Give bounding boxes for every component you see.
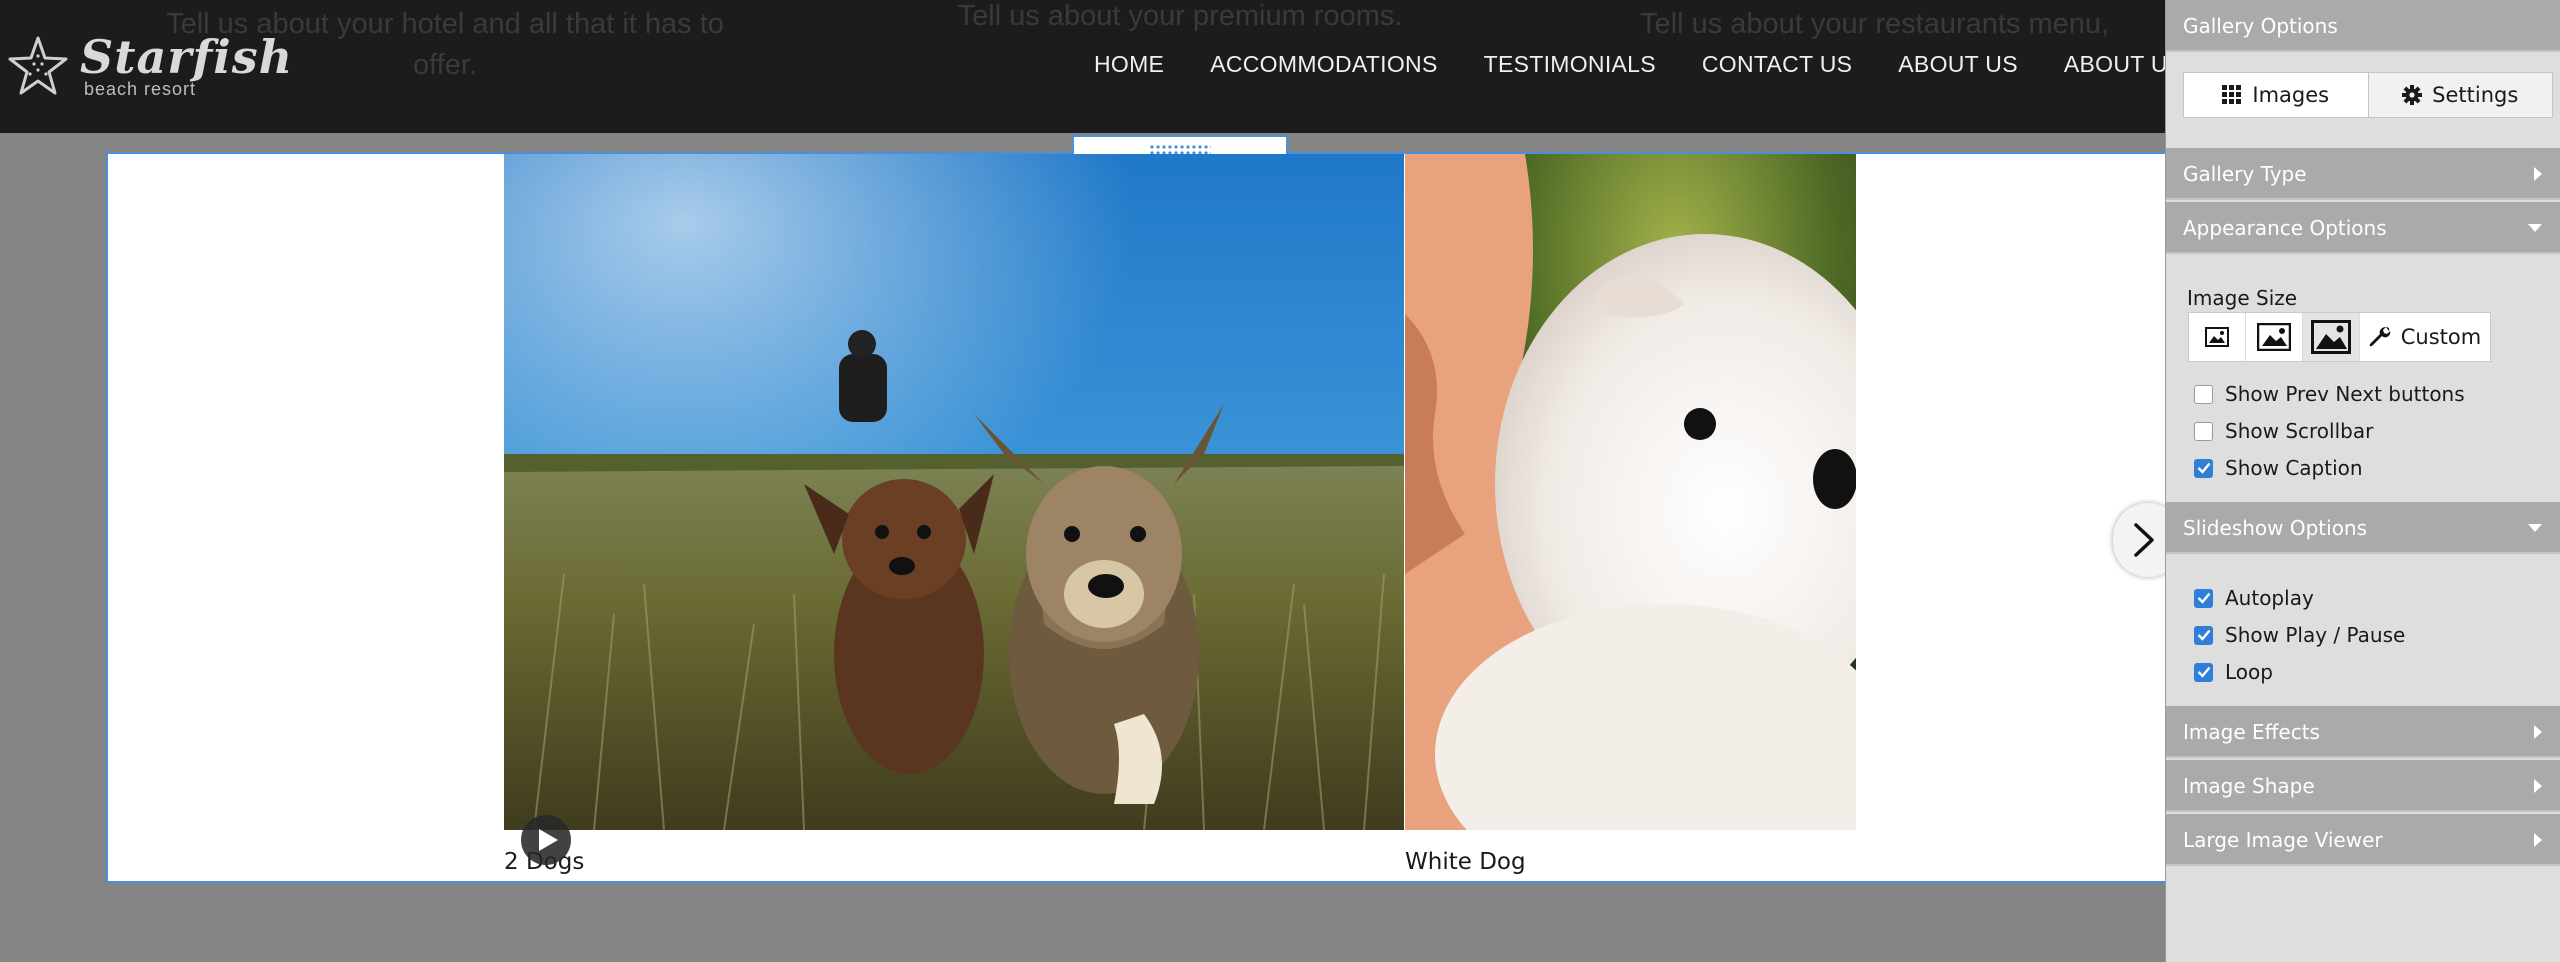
image-size-small-button[interactable] bbox=[2189, 313, 2246, 361]
checkbox-show-prev-next[interactable] bbox=[2194, 384, 2213, 404]
check-show-caption[interactable]: Show Caption bbox=[2194, 456, 2363, 480]
section-large-image-viewer[interactable]: Large Image Viewer bbox=[2166, 814, 2560, 866]
section-image-effects-label: Image Effects bbox=[2183, 720, 2320, 744]
section-appearance-options[interactable]: Appearance Options bbox=[2166, 202, 2560, 254]
grid-icon bbox=[2222, 85, 2242, 104]
check-loop-label: Loop bbox=[2225, 660, 2273, 684]
dogs-photo bbox=[504, 154, 1404, 830]
caret-right-icon bbox=[2534, 167, 2542, 181]
view-toggle: Images Settings bbox=[2183, 72, 2553, 118]
check-show-caption-label: Show Caption bbox=[2225, 456, 2363, 480]
wrench-icon bbox=[2369, 327, 2390, 347]
image-size-large-button[interactable] bbox=[2303, 313, 2360, 361]
caret-right-icon bbox=[2534, 779, 2542, 793]
section-gallery-type[interactable]: Gallery Type bbox=[2166, 148, 2560, 200]
settings-tab-label: Settings bbox=[2432, 83, 2519, 107]
settings-tab-button[interactable]: Settings bbox=[2368, 73, 2552, 117]
check-show-prev-next[interactable]: Show Prev Next buttons bbox=[2194, 382, 2465, 406]
nav-contact-us[interactable]: CONTACT US bbox=[1702, 42, 1852, 86]
gallery-options-panel: Gallery Options Images Settings Gallery … bbox=[2165, 0, 2560, 962]
checkbox-show-play-pause[interactable] bbox=[2194, 625, 2213, 645]
image-size-buttons: Custom bbox=[2188, 312, 2491, 362]
white-dog-photo bbox=[1405, 154, 1856, 830]
image-size-label: Image Size bbox=[2187, 286, 2298, 310]
caret-down-icon bbox=[2528, 224, 2542, 232]
caption-white-dog: White Dog bbox=[1405, 849, 1526, 875]
checkbox-autoplay[interactable] bbox=[2194, 588, 2213, 608]
image-size-custom-label: Custom bbox=[2400, 325, 2482, 349]
main-nav: HOME ACCOMMODATIONS TESTIMONIALS CONTACT… bbox=[1094, 42, 2165, 86]
nav-about-us-2[interactable]: ABOUT US bbox=[2064, 42, 2165, 86]
checkmark-icon bbox=[2197, 592, 2210, 604]
images-tab-label: Images bbox=[2252, 83, 2330, 107]
section-slideshow-label: Slideshow Options bbox=[2183, 516, 2368, 540]
ghost-text-rooms: Tell us about your premium rooms. bbox=[957, 0, 1403, 32]
site-logo[interactable]: Starfish beach resort bbox=[6, 26, 293, 106]
check-show-scrollbar-label: Show Scrollbar bbox=[2225, 419, 2374, 443]
panel-title: Gallery Options bbox=[2166, 0, 2560, 52]
checkmark-icon bbox=[2197, 462, 2210, 474]
slideshow-options-body: Autoplay Show Play / Pause Loop bbox=[2166, 556, 2560, 706]
site-header: Tell us about your hotel and all that it… bbox=[0, 0, 2165, 133]
caret-right-icon bbox=[2534, 833, 2542, 847]
logo-name: Starfish bbox=[80, 29, 294, 84]
section-image-shape[interactable]: Image Shape bbox=[2166, 760, 2560, 812]
check-show-prev-next-label: Show Prev Next buttons bbox=[2225, 382, 2465, 406]
image-large-icon bbox=[2311, 320, 2351, 354]
caret-down-icon bbox=[2528, 524, 2542, 532]
gallery-image-white-dog[interactable] bbox=[1405, 154, 1856, 830]
nav-accommodations[interactable]: ACCOMMODATIONS bbox=[1210, 42, 1437, 86]
check-show-scrollbar[interactable]: Show Scrollbar bbox=[2194, 419, 2373, 443]
checkmark-icon bbox=[2197, 629, 2210, 641]
checkbox-loop[interactable] bbox=[2194, 662, 2213, 682]
appearance-options-body: Image Size Custom Show Prev Next buttons… bbox=[2166, 256, 2560, 502]
checkmark-icon bbox=[2197, 666, 2210, 678]
ghost-text-restaurants: Tell us about your restaurants menu, bbox=[1640, 8, 2110, 40]
gallery-image-2-dogs[interactable] bbox=[504, 154, 1404, 830]
caret-right-icon bbox=[2534, 725, 2542, 739]
check-show-play-pause-label: Show Play / Pause bbox=[2225, 623, 2406, 647]
nav-about-us[interactable]: ABOUT US bbox=[1898, 42, 2018, 86]
starfish-icon bbox=[8, 36, 68, 95]
section-image-shape-label: Image Shape bbox=[2183, 774, 2315, 798]
check-loop[interactable]: Loop bbox=[2194, 660, 2273, 684]
play-pause-button[interactable] bbox=[521, 815, 571, 865]
section-large-image-viewer-label: Large Image Viewer bbox=[2183, 828, 2383, 852]
check-autoplay-label: Autoplay bbox=[2225, 586, 2314, 610]
check-show-play-pause[interactable]: Show Play / Pause bbox=[2194, 623, 2405, 647]
image-size-medium-button[interactable] bbox=[2246, 313, 2303, 361]
section-appearance-label: Appearance Options bbox=[2183, 216, 2387, 240]
image-small-icon bbox=[2205, 327, 2229, 347]
image-medium-icon bbox=[2257, 323, 2291, 351]
image-size-custom-button[interactable]: Custom bbox=[2360, 313, 2490, 361]
checkbox-show-scrollbar[interactable] bbox=[2194, 421, 2213, 441]
nav-home[interactable]: HOME bbox=[1094, 42, 1164, 86]
section-image-effects[interactable]: Image Effects bbox=[2166, 706, 2560, 758]
check-autoplay[interactable]: Autoplay bbox=[2194, 586, 2314, 610]
chevron-right-icon bbox=[2134, 523, 2154, 557]
section-gallery-type-label: Gallery Type bbox=[2183, 162, 2307, 186]
checkbox-show-caption[interactable] bbox=[2194, 458, 2213, 478]
gear-icon bbox=[2402, 85, 2423, 105]
nav-testimonials[interactable]: TESTIMONIALS bbox=[1484, 42, 1656, 86]
play-icon bbox=[539, 829, 558, 851]
images-tab-button[interactable]: Images bbox=[2184, 73, 2369, 117]
panel-title-text: Gallery Options bbox=[2183, 14, 2338, 38]
section-slideshow-options[interactable]: Slideshow Options bbox=[2166, 502, 2560, 554]
